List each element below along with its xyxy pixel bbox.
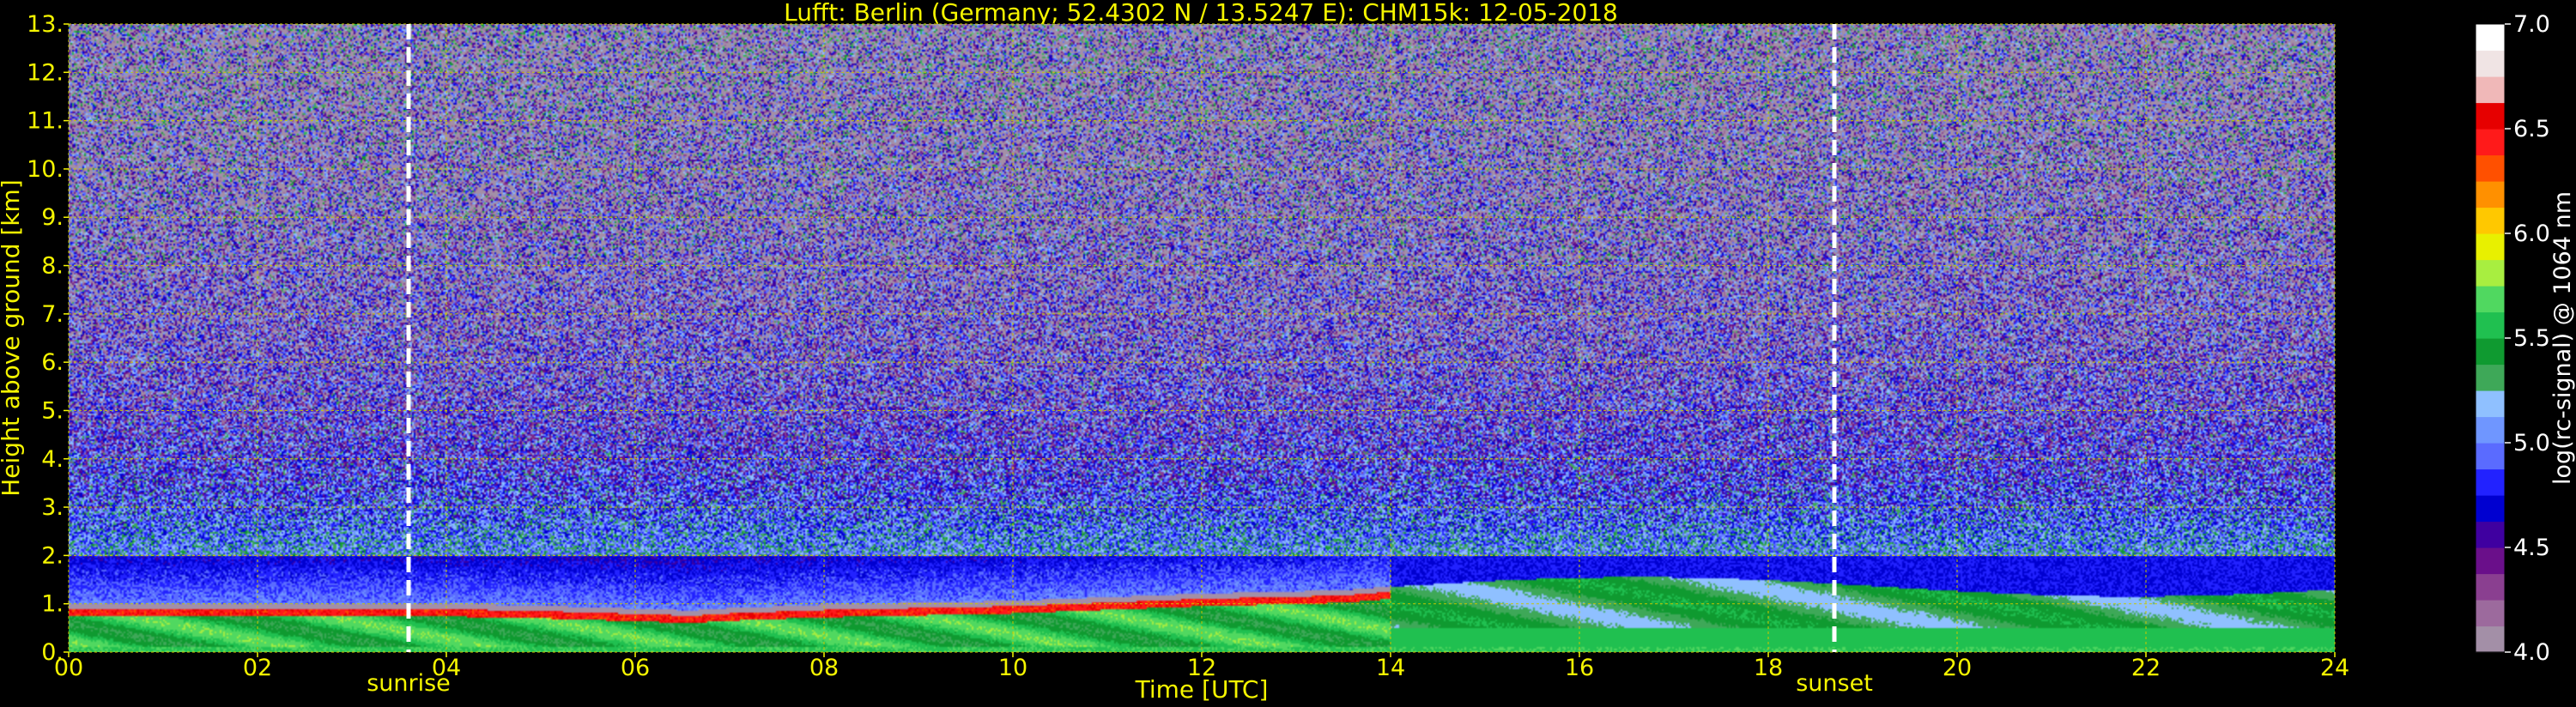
- y-tick-label: 7.: [41, 301, 64, 328]
- colorbar-segment: [2476, 600, 2505, 627]
- colorbar-segment: [2476, 495, 2505, 523]
- colorbar-label: log(rc-signal) @ 1064 nm: [2549, 191, 2576, 485]
- colorbar-tick-label: 4.5: [2513, 535, 2550, 561]
- colorbar-segment: [2476, 102, 2505, 130]
- x-tick-label: 14: [1376, 655, 1405, 681]
- colorbar-segment: [2476, 364, 2505, 391]
- colorbar-tick-label: 6.5: [2513, 116, 2550, 142]
- colorbar-segment: [2476, 286, 2505, 313]
- y-tick-label: 6.: [41, 349, 64, 376]
- colorbar-segment: [2476, 573, 2505, 601]
- colorbar-segment: [2476, 311, 2505, 339]
- colorbar-tick-label: 4.0: [2513, 639, 2550, 666]
- x-tick-label: 02: [243, 655, 272, 681]
- x-tick-label: 08: [809, 655, 839, 681]
- colorbar-segment: [2476, 207, 2505, 234]
- chart-title: Lufft: Berlin (Germany; 52.4302 N / 13.5…: [784, 0, 1618, 27]
- colorbar-tick-label: 5.5: [2513, 325, 2550, 352]
- y-tick-label: 8.: [41, 253, 64, 280]
- x-tick-label: 00: [54, 655, 83, 681]
- colorbar-tick-label: 7.0: [2513, 11, 2550, 38]
- colorbar-segment: [2476, 233, 2505, 261]
- y-tick-label: 11.: [27, 108, 64, 135]
- y-tick-label: 2.: [41, 542, 64, 569]
- y-tick-label: 12.: [27, 59, 64, 86]
- y-tick-label: 3.: [41, 494, 64, 521]
- x-tick-label: 06: [621, 655, 650, 681]
- colorbar-segment: [2476, 625, 2505, 653]
- colorbar-tick-label: 6.0: [2513, 221, 2550, 247]
- plot-area: sunrise sunset: [68, 23, 2336, 697]
- colorbar-segment: [2476, 443, 2505, 470]
- ceilometer-chart: Lufft: Berlin (Germany; 52.4302 N / 13.5…: [0, 0, 2576, 707]
- colorbar-segment: [2476, 547, 2505, 575]
- y-tick-label: 5.: [41, 397, 64, 424]
- y-tick-label: 1.: [41, 591, 64, 618]
- colorbar-segment: [2476, 259, 2505, 287]
- colorbar-segment: [2476, 390, 2505, 418]
- colorbar-segments: [2476, 24, 2505, 653]
- colorbar-segment: [2476, 338, 2505, 366]
- colorbar-segment: [2476, 154, 2505, 182]
- x-tick-label: 10: [998, 655, 1027, 681]
- colorbar-segment: [2476, 181, 2505, 208]
- x-tick-label: 16: [1565, 655, 1594, 681]
- y-tick-label: 4.: [41, 446, 64, 473]
- y-tick-label: 9.: [41, 204, 64, 231]
- y-tick-label: 10.: [27, 156, 64, 183]
- colorbar-segment: [2476, 50, 2505, 77]
- x-tick-label: 20: [1943, 655, 1972, 681]
- colorbar-segment: [2476, 129, 2505, 156]
- colorbar-segment: [2476, 521, 2505, 548]
- colorbar-segment: [2476, 76, 2505, 104]
- x-tick-label: 24: [2320, 655, 2349, 681]
- annotation-label: sunset: [1796, 670, 1873, 697]
- x-axis-label: Time [UTC]: [1135, 675, 1269, 704]
- colorbar-segment: [2476, 416, 2505, 444]
- colorbar-segment: [2476, 24, 2505, 51]
- x-tick-label: 18: [1754, 655, 1783, 681]
- y-axis-label: Height above ground [km]: [0, 179, 25, 497]
- colorbar-segment: [2476, 468, 2505, 496]
- x-tick-label: 22: [2131, 655, 2161, 681]
- x-tick-label: 04: [432, 655, 461, 681]
- y-tick-label: 13.: [27, 11, 64, 38]
- colorbar-tick-label: 5.0: [2513, 430, 2550, 456]
